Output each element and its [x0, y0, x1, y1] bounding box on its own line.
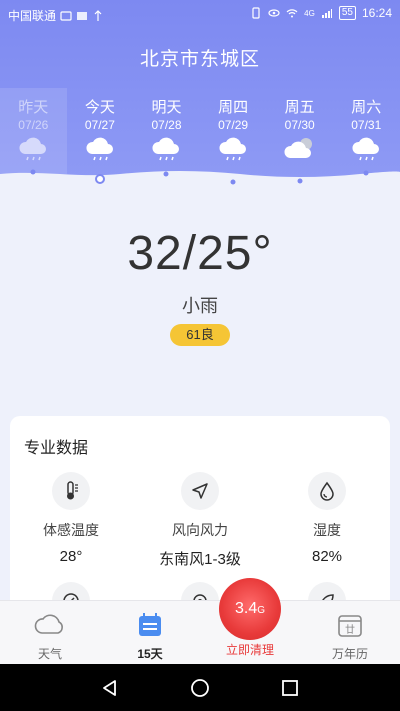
day-name: 周五 [284, 99, 315, 116]
day-date: 07/29 [218, 118, 249, 132]
status-bar: 中国联通 4G 55 16:24 [0, 0, 400, 28]
rain-cloud-icon [19, 137, 47, 161]
metric-feels-like: 体感温度 28° [16, 472, 126, 565]
weather-condition: 小雨 [182, 296, 218, 316]
water-drop-icon [308, 472, 346, 510]
metric-wind: 风向风力 东南风1-3级 [145, 472, 255, 569]
calendar-icon: 廿 [315, 611, 385, 639]
rain-cloud-icon [219, 137, 247, 161]
day-item[interactable]: 周五 07/30 [266, 88, 333, 174]
metric-humidity: 湿度 82% [272, 472, 382, 565]
weather-header: 中国联通 4G 55 16:24 北京市东城区 昨天 07/26 今天 07/2… [0, 0, 400, 196]
tab-label: 15天 [137, 647, 163, 661]
carrier-label: 中国联通 [8, 9, 57, 23]
vibrate-icon [252, 7, 260, 19]
system-nav-bar [0, 664, 400, 711]
day-item[interactable]: 明天 07/28 [133, 88, 200, 174]
recents-icon[interactable] [280, 678, 300, 698]
day-item[interactable]: 今天 07/27 [67, 88, 134, 174]
battery-level: 55 [338, 6, 356, 20]
image-icon [77, 11, 88, 20]
navigation-arrow-icon [181, 472, 219, 510]
metric-label: 风向风力 [172, 522, 228, 538]
tab-15-days[interactable]: 15天 [115, 611, 185, 662]
metric-value: 28° [59, 548, 83, 565]
cloud-icon [15, 611, 85, 639]
day-date: 07/28 [151, 118, 182, 132]
clean-button[interactable]: 3.4G [219, 578, 281, 640]
tab-weather[interactable]: 天气 [15, 611, 85, 662]
metric-value: 82% [311, 548, 343, 565]
tab-label: 天气 [37, 647, 62, 661]
tab-label: 立即清理 [225, 643, 274, 657]
thermometer-icon [52, 472, 90, 510]
card-title: 专业数据 [24, 440, 89, 457]
day-name: 今天 [84, 99, 115, 116]
clean-size-unit: G [257, 605, 266, 616]
city-title[interactable]: 北京市东城区 [0, 44, 400, 71]
day-date: 07/30 [284, 118, 315, 132]
day-date: 07/31 [351, 118, 382, 132]
day-date: 07/27 [84, 118, 115, 132]
day-item[interactable]: 周四 07/29 [200, 88, 267, 174]
temperature-range: 32/25° [127, 227, 273, 280]
notification-icon [60, 10, 72, 21]
signal-icon [321, 9, 332, 18]
day-name: 明天 [151, 99, 182, 116]
rain-cloud-icon [352, 137, 380, 161]
calendar-icon-text: 廿 [345, 624, 355, 636]
day-date: 07/26 [18, 118, 49, 132]
eye-icon [268, 9, 280, 17]
wifi-icon [286, 9, 298, 18]
rain-cloud-icon [86, 137, 113, 161]
tab-label: 万年历 [331, 647, 368, 661]
day-item[interactable]: 昨天 07/26 [0, 88, 67, 174]
overcast-cloud-icon [284, 138, 312, 158]
day-name: 周四 [218, 99, 249, 116]
calendar-list-icon [115, 611, 185, 639]
bottom-tab-bar: 天气 15天 立即清理 廿 万年历 [0, 600, 400, 664]
tab-calendar[interactable]: 廿 万年历 [315, 611, 385, 662]
metric-label: 湿度 [313, 522, 341, 538]
forecast-day-strip: 昨天 07/26 今天 07/27 明天 07/28 周四 07/29 周五 0… [0, 88, 400, 174]
timeline-wave [0, 169, 400, 196]
clock: 16:24 [361, 6, 392, 20]
day-item[interactable]: 周六 07/31 [333, 88, 400, 174]
back-icon[interactable] [100, 678, 120, 698]
metric-value: 东南风1-3级 [159, 551, 241, 568]
day-name: 昨天 [18, 99, 49, 116]
usb-icon [94, 9, 102, 21]
aqi-badge[interactable]: 61良 [170, 324, 230, 346]
rain-cloud-icon [152, 137, 180, 161]
day-name: 周六 [351, 99, 382, 116]
metric-label: 体感温度 [43, 522, 99, 538]
home-icon[interactable] [190, 678, 210, 698]
clean-size-value: 3.4 [234, 600, 258, 617]
network-type: 4G [304, 8, 315, 18]
